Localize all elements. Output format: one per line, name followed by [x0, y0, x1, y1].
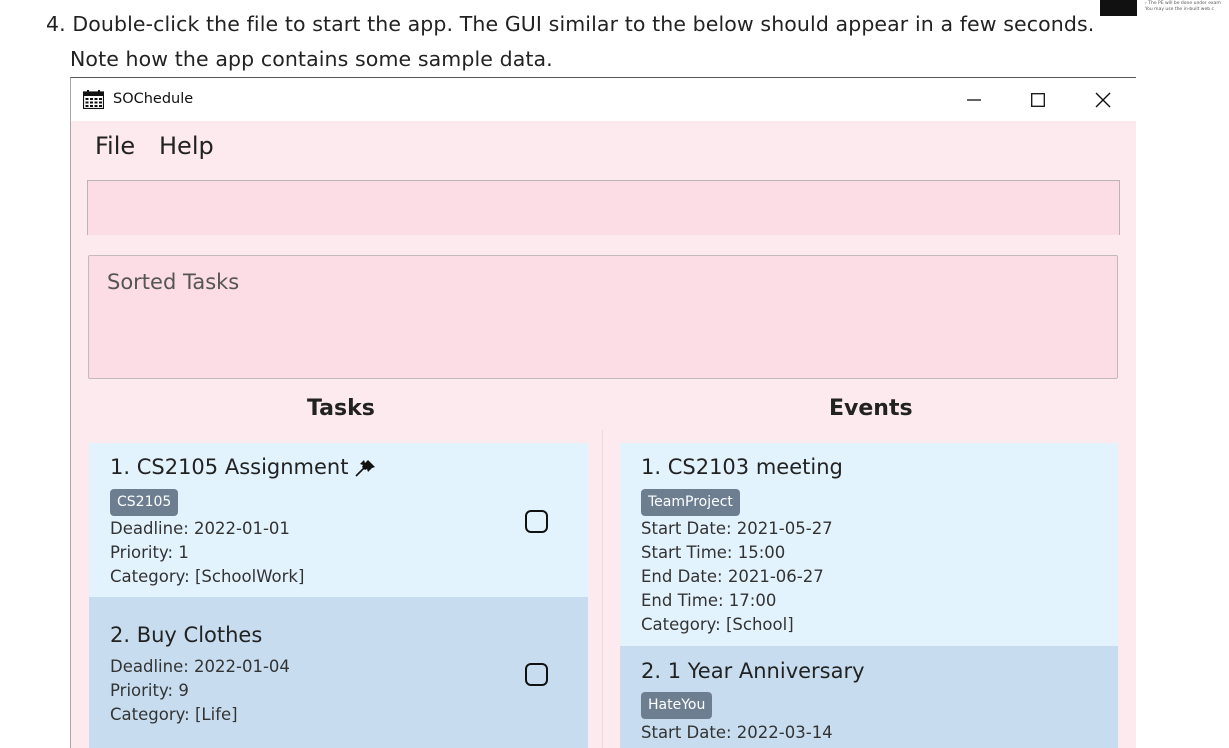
event-title: 2. 1 Year Anniversary	[641, 659, 865, 683]
title-bar[interactable]: SOChedule	[71, 78, 1136, 121]
menu-file[interactable]: File	[95, 132, 135, 160]
menu-bar: File Help	[71, 121, 1136, 179]
doc-step-text: 4. Double-click the file to start the ap…	[46, 12, 1095, 36]
task-tag: CS2105	[110, 489, 179, 516]
command-input[interactable]	[87, 180, 1120, 235]
minimize-icon	[967, 99, 981, 101]
event-tag: TeamProject	[641, 489, 740, 516]
task-category: Category: [Life]	[110, 705, 238, 724]
thumbnail-text-1: › The PE will be done under exam	[1145, 1, 1221, 6]
task-title-row: 1. CS2105 Assignment	[110, 455, 378, 479]
event-tag: HateYou	[641, 692, 713, 719]
task-card[interactable]: 1. CS2105 Assignment CS2105 Deadline: 20…	[89, 443, 588, 597]
thumbnail-image	[1100, 0, 1137, 16]
maximize-button[interactable]	[1018, 86, 1058, 114]
event-start-date: Start Date: 2022-03-14	[641, 723, 833, 742]
task-title: 1. CS2105 Assignment	[110, 455, 349, 479]
result-text: Sorted Tasks	[107, 270, 240, 294]
task-deadline: Deadline: 2022-01-01	[110, 519, 290, 538]
task-priority: Priority: 9	[110, 681, 189, 700]
pin-icon	[355, 460, 376, 477]
task-card[interactable]: 2. Buy Clothes Deadline: 2022-01-04 Prio…	[89, 597, 588, 748]
event-start-time: Start Time: 15:00	[641, 543, 786, 562]
close-button[interactable]	[1083, 86, 1123, 114]
doc-note-text: Note how the app contains some sample da…	[70, 47, 553, 71]
event-start-date: Start Date: 2021-05-27	[641, 519, 833, 538]
events-panel-title: Events	[829, 396, 913, 421]
window-title: SOChedule	[113, 91, 194, 107]
app-window: SOChedule File Help Sorted Tasks Tasks E…	[70, 77, 1136, 748]
event-title: 1. CS2103 meeting	[641, 455, 843, 479]
task-priority: Priority: 1	[110, 543, 189, 562]
task-deadline: Deadline: 2022-01-04	[110, 657, 290, 676]
close-icon	[1095, 92, 1111, 108]
thumbnail-text-2: You may use the in-built web c	[1145, 7, 1214, 12]
panel-divider	[602, 430, 603, 748]
event-end-time: End Time: 17:00	[641, 591, 777, 610]
corner-thumbnail: › The PE will be done under exam You may…	[1097, 0, 1229, 20]
tasks-panel-title: Tasks	[307, 396, 375, 421]
task-category: Category: [SchoolWork]	[110, 567, 305, 586]
result-display: Sorted Tasks	[88, 255, 1118, 379]
minimize-button[interactable]	[954, 86, 994, 114]
calendar-icon	[83, 90, 104, 109]
event-category: Category: [School]	[641, 615, 794, 634]
maximize-icon	[1031, 93, 1045, 107]
event-card[interactable]: 2. 1 Year Anniversary HateYou Start Date…	[620, 646, 1118, 748]
task-complete-checkbox[interactable]	[525, 663, 548, 686]
task-complete-checkbox[interactable]	[525, 510, 548, 533]
menu-help[interactable]: Help	[159, 132, 214, 160]
task-title: 2. Buy Clothes	[110, 623, 263, 647]
event-end-date: End Date: 2021-06-27	[641, 567, 824, 586]
event-card[interactable]: 1. CS2103 meeting TeamProject Start Date…	[620, 443, 1118, 646]
